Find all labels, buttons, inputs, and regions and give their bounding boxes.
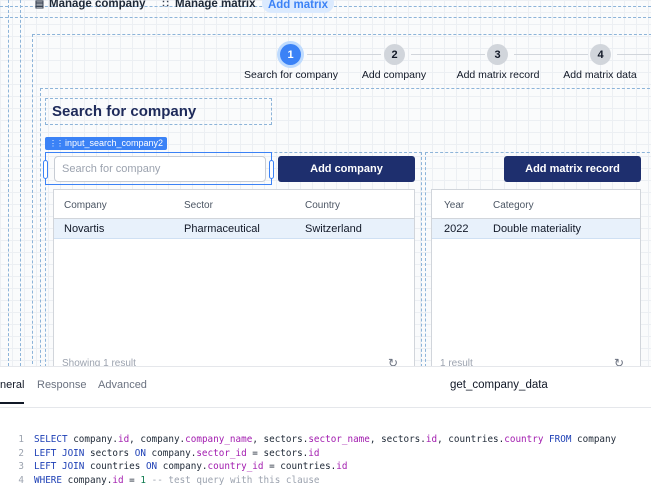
wizard-stepper: 1 2 3 4 Search for company Add company A… (240, 42, 651, 84)
line-number: 4 (18, 474, 24, 486)
active-tab-indicator (0, 402, 24, 404)
step-4-label: Add matrix data (563, 69, 637, 81)
step-3-label: Add matrix record (456, 69, 540, 81)
nav-manage-company[interactable]: ▤ Manage company (34, 0, 146, 10)
table-header: Company Sector Country (54, 190, 414, 219)
step-connector (617, 54, 651, 55)
nav-manage-matrix-label: Manage matrix (175, 0, 256, 10)
code-line-text: WHERE company.id = 1 -- test query with … (34, 474, 320, 486)
component-name-label: input_search_company2 (65, 138, 164, 148)
matrix-table: Year Category 2022 Double materiality (431, 189, 641, 366)
code-line: 4 WHERE company.id = 1 -- test query with… (0, 474, 651, 488)
step-connector (307, 54, 381, 55)
column-header-company[interactable]: Company (64, 200, 107, 211)
form-icon: ▤ (34, 0, 45, 10)
nav-manage-matrix[interactable]: ∷ Manage matrix (160, 0, 256, 10)
table-header: Year Category (432, 190, 640, 219)
step-connector (411, 54, 485, 55)
column-header-country[interactable]: Country (305, 200, 340, 211)
refresh-icon[interactable]: ↻ (388, 356, 398, 366)
cell-company: Novartis (64, 223, 105, 235)
cell-sector: Pharmaceutical (184, 223, 260, 235)
company-table: Company Sector Country Novartis Pharmace… (53, 189, 415, 366)
top-navigation: ▤ Manage company ∷ Manage matrix Add mat… (0, 0, 651, 18)
cell-category: Double materiality (493, 223, 582, 235)
column-header-sector[interactable]: Sector (184, 200, 213, 211)
table-row[interactable]: Novartis Pharmaceutical Switzerland (54, 219, 414, 239)
panel-divider (0, 407, 651, 408)
nav-manage-company-label: Manage company (49, 0, 146, 10)
cell-year: 2022 (444, 223, 469, 235)
query-name: get_company_data (450, 379, 548, 391)
component-name-tag[interactable]: ⋮⋮ input_search_company2 (45, 137, 168, 150)
section-title: Search for company (52, 103, 197, 120)
search-component-frame (43, 152, 274, 185)
company-table-footer: Showing 1 result (62, 358, 136, 366)
step-4-circle[interactable]: 4 (590, 44, 611, 65)
step-1-label: Search for company (244, 69, 338, 81)
grid-icon: ∷ (162, 0, 169, 10)
step-2-label: Add company (361, 69, 427, 81)
add-company-button[interactable]: Add company (278, 156, 415, 182)
column-header-year[interactable]: Year (444, 200, 464, 211)
code-line-text: LEFT JOIN sectors ON company.sector_id =… (34, 447, 320, 459)
nav-add-matrix[interactable]: Add matrix (262, 0, 334, 13)
code-line: 1 SELECT company.id, company.company_name… (0, 433, 651, 447)
tab-advanced[interactable]: Advanced (98, 379, 147, 391)
cell-country: Switzerland (305, 223, 362, 235)
resize-handle-right[interactable] (269, 160, 274, 179)
code-line-text: LEFT JOIN countries ON company.country_i… (34, 461, 348, 473)
app-builder-canvas: ▤ Manage company ∷ Manage matrix Add mat… (0, 0, 651, 366)
step-1-circle[interactable]: 1 (280, 44, 301, 65)
step-2-circle[interactable]: 2 (384, 44, 405, 65)
layout-guide (8, 0, 9, 366)
line-number: 3 (18, 461, 24, 473)
code-line-text: SELECT company.id, company.company_name,… (34, 434, 617, 445)
query-editor-panel: neral Response Advanced get_company_data… (0, 366, 651, 500)
step-connector (514, 54, 588, 55)
layout-guide (20, 0, 21, 366)
resize-handle-left[interactable] (43, 160, 48, 179)
code-line: 3 LEFT JOIN countries ON company.country_… (0, 460, 651, 474)
sql-code-editor[interactable]: 1 SELECT company.id, company.company_name… (0, 433, 651, 487)
search-input[interactable] (54, 156, 266, 182)
line-number: 1 (18, 434, 24, 445)
drag-handle-icon[interactable]: ⋮⋮ (49, 139, 64, 148)
code-line: 2 LEFT JOIN sectors ON company.sector_id … (0, 447, 651, 461)
table-row[interactable]: 2022 Double materiality (432, 219, 640, 239)
matrix-table-footer: 1 result (440, 358, 473, 366)
tab-response[interactable]: Response (37, 379, 87, 391)
line-number: 2 (18, 447, 24, 459)
step-3-circle[interactable]: 3 (487, 44, 508, 65)
refresh-icon[interactable]: ↻ (614, 356, 624, 366)
tab-general[interactable]: neral (0, 379, 24, 391)
add-matrix-record-button[interactable]: Add matrix record (504, 156, 641, 182)
column-header-category[interactable]: Category (493, 200, 534, 211)
